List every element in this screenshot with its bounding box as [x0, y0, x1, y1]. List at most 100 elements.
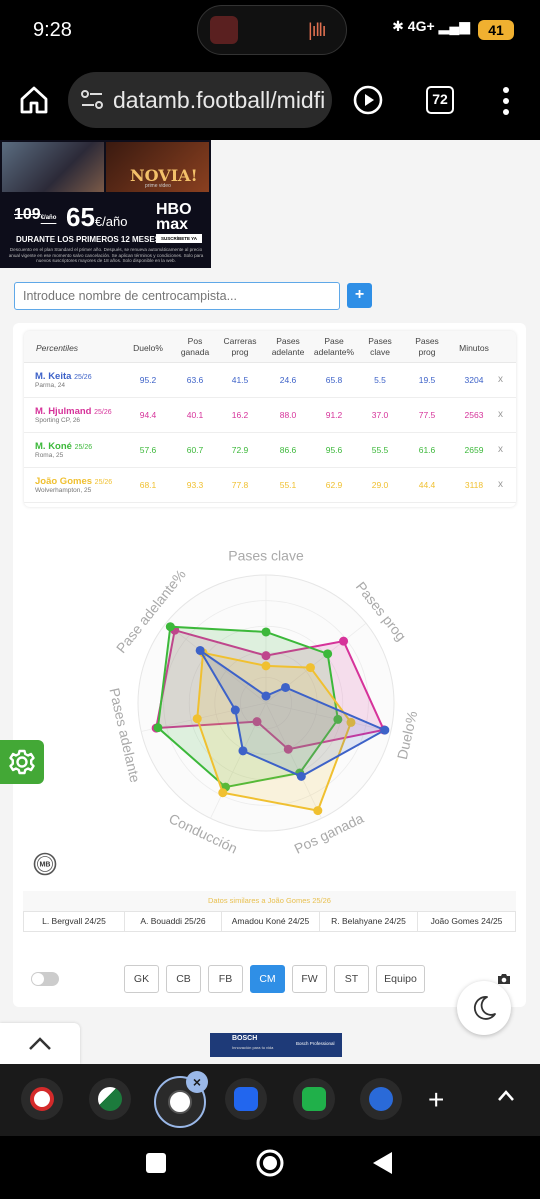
- player-name[interactable]: M. Keita 25/26: [35, 371, 92, 382]
- home-nav-icon[interactable]: [255, 1148, 285, 1178]
- radar-chart: Pases clavePases progDuelo%Pos ganadaCon…: [106, 548, 421, 857]
- player-team: Wolverhampton, 25: [35, 487, 92, 494]
- sports-icon: [98, 1087, 122, 1111]
- table-cell: 40.1: [186, 410, 204, 420]
- back-icon[interactable]: [370, 1150, 394, 1176]
- overflow-menu-icon[interactable]: [500, 86, 512, 116]
- play-icon[interactable]: [352, 84, 384, 116]
- header-pos-ganada: Pos ganada: [180, 336, 210, 357]
- network-label: 4G+: [407, 18, 435, 34]
- tab-icon-green[interactable]: [89, 1078, 131, 1120]
- table-cell: 65.8: [325, 375, 343, 385]
- table-cell: 95.2: [139, 375, 157, 385]
- ad-duration: DURANTE LOS PRIMEROS 12 MESES: [16, 235, 161, 244]
- system-nav-bar: [0, 1136, 540, 1199]
- radar-data-point: [153, 723, 163, 733]
- address-bar[interactable]: datamb.football/midfi: [68, 72, 332, 128]
- recents-icon[interactable]: [145, 1152, 167, 1174]
- audio-wave-icon: |ıllı: [308, 20, 327, 40]
- svg-text:MB: MB: [40, 862, 51, 869]
- similar-item[interactable]: Amadou Koné 24/25: [221, 911, 320, 932]
- table-cell: 3118: [464, 480, 484, 490]
- similar-item[interactable]: João Gomes 24/25: [417, 911, 516, 932]
- url-text: datamb.football/midfi: [113, 87, 326, 113]
- radar-data-point: [380, 725, 390, 735]
- position-button-gk[interactable]: GK: [124, 965, 159, 993]
- remove-player-button[interactable]: x: [498, 479, 503, 490]
- tab-icon-blue[interactable]: [225, 1078, 267, 1120]
- table-cell: 95.6: [325, 445, 343, 455]
- radar-data-point: [195, 645, 205, 655]
- similar-item[interactable]: R. Belahyane 24/25: [319, 911, 418, 932]
- radar-data-point: [281, 682, 291, 692]
- bdf-icon: [369, 1087, 393, 1111]
- media-island[interactable]: |ıllı: [197, 5, 347, 55]
- bosch-advertisement[interactable]: BOSCH Innovación para tu vida Bosch Prof…: [210, 1033, 342, 1057]
- table-cell: 37.0: [371, 410, 389, 420]
- close-tab-icon[interactable]: ×: [186, 1071, 208, 1093]
- table-cell: 24.6: [279, 375, 297, 385]
- gear-icon: [9, 749, 35, 775]
- position-button-cm[interactable]: CM: [250, 965, 285, 993]
- position-button-cb[interactable]: CB: [166, 965, 201, 993]
- header-duelo: Duelo%: [133, 343, 163, 353]
- chevron-up-tabs-icon[interactable]: [496, 1086, 516, 1106]
- dark-mode-button[interactable]: [457, 981, 511, 1035]
- tab-icon-athletic[interactable]: [21, 1078, 63, 1120]
- radar-axis-label: Duelo%: [394, 710, 421, 761]
- ad-photo-couple: [2, 142, 104, 192]
- table-cell: 57.6: [139, 445, 157, 455]
- table-cell: 88.0: [279, 410, 297, 420]
- player-team: Parma, 24: [35, 382, 65, 389]
- remove-player-button[interactable]: x: [498, 444, 503, 455]
- bosch-tagline: Innovación para tu vida: [232, 1045, 274, 1050]
- table-row[interactable]: M. Koné 25/26 Roma, 25 57.6 60.7 72.9 86.6 95.…: [24, 433, 516, 468]
- position-button-equipo[interactable]: Equipo: [376, 965, 425, 993]
- site-settings-icon[interactable]: [80, 89, 104, 111]
- tab-icon-bdf[interactable]: [360, 1078, 402, 1120]
- status-bar: 9:28 |ıllı ✱ 4G+ ▂▄▆ 41: [0, 0, 540, 62]
- position-button-st[interactable]: ST: [334, 965, 369, 993]
- table-cell: 86.6: [279, 445, 297, 455]
- battery-badge: 41: [478, 20, 514, 40]
- position-button-fb[interactable]: FB: [208, 965, 243, 993]
- header-pase-adelante-pct: Pase adelante%: [313, 336, 355, 357]
- hbo-advertisement[interactable]: NOVIA! prime video 109€/año 65€/año HBO …: [0, 140, 211, 268]
- table-row[interactable]: M. Hjulmand 25/26 Sporting CP, 26 94.4 40.1…: [24, 398, 516, 433]
- header-carreras-prog: Carreras prog: [223, 336, 257, 357]
- add-player-button[interactable]: +: [347, 283, 372, 308]
- player-team: Sporting CP, 26: [35, 417, 81, 424]
- new-tab-icon[interactable]: +: [428, 1084, 444, 1116]
- table-cell: 93.3: [186, 480, 204, 490]
- table-cell: 61.6: [418, 445, 436, 455]
- table-header: Percentiles Duelo% Pos ganada Carreras p…: [24, 331, 516, 363]
- similar-item[interactable]: A. Bouaddi 25/26: [124, 911, 222, 932]
- table-row[interactable]: João Gomes 25/26 Wolverhampton, 25 68.1 93.…: [24, 468, 516, 503]
- player-name[interactable]: M. Koné 25/26: [35, 441, 92, 452]
- table-cell: 29.0: [371, 480, 389, 490]
- tab-switcher-button[interactable]: 72: [426, 86, 454, 114]
- table-cell: 91.2: [325, 410, 343, 420]
- radar-data-point: [323, 649, 333, 659]
- player-name[interactable]: João Gomes 25/26: [35, 476, 112, 487]
- table-row[interactable]: M. Keita 25/26 Parma, 24 95.2 63.6 41.5 24.6 6…: [24, 363, 516, 398]
- home-icon[interactable]: [18, 84, 50, 116]
- ad-subscribe-button[interactable]: SUSCRÍBETE YA: [156, 234, 202, 243]
- ad-brand-logo: HBO max: [156, 201, 192, 233]
- position-button-fw[interactable]: FW: [292, 965, 327, 993]
- midfielder-search-input[interactable]: [14, 282, 340, 310]
- similar-item[interactable]: L. Bergvall 24/25: [23, 911, 125, 932]
- scroll-up-tab[interactable]: [0, 1023, 80, 1064]
- media-thumbnail: [210, 16, 238, 44]
- table-cell: 60.7: [186, 445, 204, 455]
- settings-tab[interactable]: [0, 740, 44, 784]
- player-name[interactable]: M. Hjulmand 25/26: [35, 406, 112, 417]
- header-pases-prog: Pases prog: [415, 336, 439, 357]
- web-page: NOVIA! prime video 109€/año 65€/año HBO …: [0, 140, 540, 1064]
- mode-toggle[interactable]: [31, 972, 59, 986]
- table-cell: 2659: [464, 445, 484, 455]
- tab-icon-green2[interactable]: [293, 1078, 335, 1120]
- radar-data-point: [165, 622, 175, 632]
- remove-player-button[interactable]: x: [498, 374, 503, 385]
- remove-player-button[interactable]: x: [498, 409, 503, 420]
